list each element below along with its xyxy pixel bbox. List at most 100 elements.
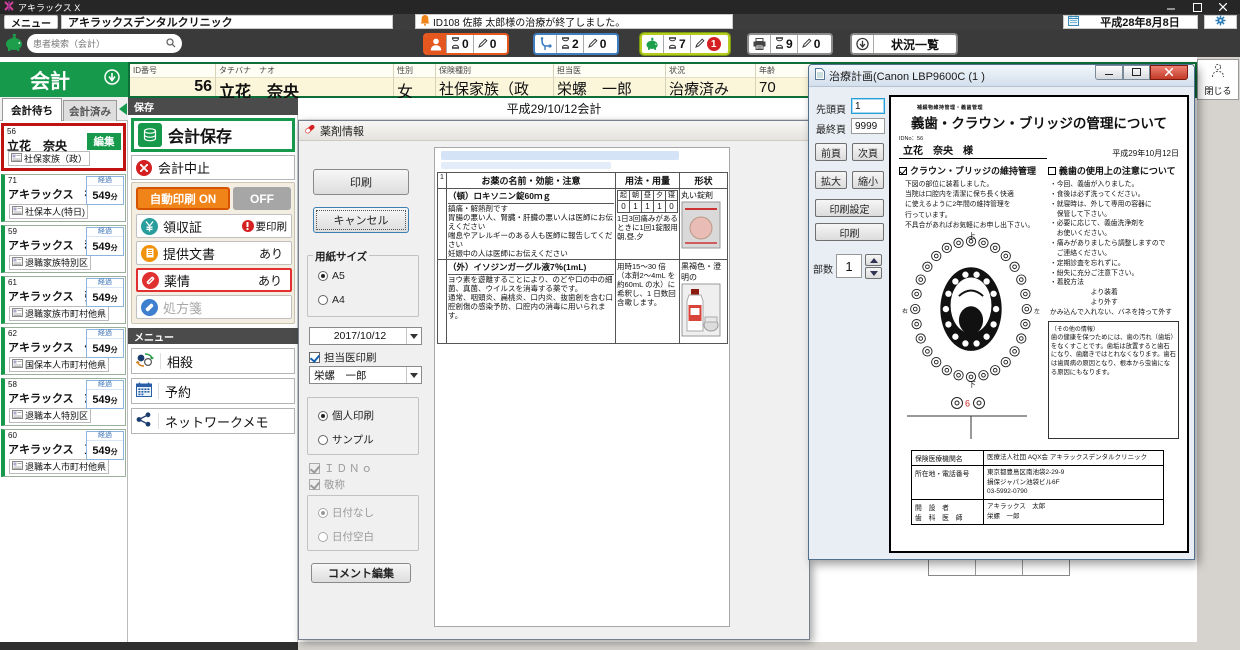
edit-badge[interactable]: 編集 — [87, 133, 121, 150]
edit-comment-button[interactable]: コメント編集 — [311, 563, 411, 583]
timing-header: 朝 — [630, 191, 642, 201]
first-page-input[interactable]: 1 — [851, 98, 885, 114]
document-category: 補綴物維持管理・義歯管理 — [917, 104, 1179, 111]
timing-grid: 起朝昼夕寝 01110 — [617, 190, 678, 213]
patient-card[interactable]: 62 アキラックス 仁史 経過549分 国保本人市町村他県 — [1, 327, 126, 375]
checked-box-icon — [899, 167, 907, 175]
cancel-accounting-label: 会計中止 — [158, 158, 210, 177]
notification-text: ID108 佐藤 太郎様の治療が終了しました。 — [433, 14, 625, 29]
radio-blank-date[interactable]: 日付空白 — [318, 529, 374, 544]
auto-print-off-button[interactable]: OFF — [233, 187, 291, 210]
radio-no-date[interactable]: 日付なし — [318, 505, 374, 520]
waiting-count: 0 — [462, 37, 469, 51]
hourglass-icon — [561, 37, 570, 52]
print-mode-group: 個人印刷 サンプル — [307, 397, 419, 455]
maximize-button[interactable] — [1123, 65, 1150, 80]
last-page-input[interactable]: 9999 — [851, 118, 885, 134]
notification-banner[interactable]: ID108 佐藤 太郎様の治療が終了しました。 — [415, 14, 733, 29]
radio-personal-print[interactable]: 個人印刷 — [318, 408, 374, 423]
honorific-checkbox[interactable]: 敬称 — [309, 477, 345, 492]
pill-icon — [141, 299, 158, 316]
status-group-treatment[interactable]: 2 0 — [533, 33, 619, 55]
print-settings-button[interactable]: 印刷設定 — [815, 199, 884, 217]
elapsed-unit: 分 — [111, 296, 118, 303]
patient-card[interactable]: 59 アキラックス 和子 経過549分 退職家族特別区 — [1, 225, 126, 273]
copies-down-button[interactable] — [865, 267, 882, 279]
save-accounting-label: 会計保存 — [168, 123, 232, 147]
patient-card[interactable]: 71 アキラックス 祐子 経過549分 社保本人(特日) — [1, 174, 126, 222]
patient-card[interactable]: 61 アキラックス 弘子 経過549分 退職家族市町村他県 — [1, 276, 126, 324]
maximize-button[interactable] — [1184, 1, 1210, 13]
copies-up-button[interactable] — [865, 254, 882, 266]
print-button[interactable]: 印刷 — [815, 223, 884, 241]
save-accounting-button[interactable]: 会計保存 — [131, 118, 295, 152]
waiting-count: 9 — [786, 37, 793, 51]
status-group-printer[interactable]: 9 0 — [747, 33, 833, 55]
status-list-button[interactable]: 状況一覧 — [850, 33, 958, 55]
network-memo-label: ネットワークメモ — [165, 412, 268, 431]
elapsed-badge: 経過549分 — [86, 329, 124, 358]
divider — [158, 413, 159, 430]
save-stack-icon — [138, 123, 162, 147]
prescription-label: 処方箋 — [163, 298, 202, 317]
auto-print-on-button[interactable]: 自動印刷 ON — [136, 187, 230, 210]
zoom-out-button[interactable]: 縮小 — [852, 171, 884, 189]
status-group-accounting[interactable]: 7 1 — [640, 33, 730, 55]
date-select[interactable]: 2017/10/12 — [309, 327, 422, 345]
close-button[interactable] — [1210, 1, 1236, 13]
collapse-arrow-icon[interactable] — [119, 103, 127, 115]
doctor-print-checkbox[interactable]: 担当医印刷 — [309, 350, 377, 365]
minimize-button[interactable] — [1095, 65, 1123, 80]
network-memo-button[interactable]: ネットワークメモ — [131, 408, 295, 434]
tab-accounting-done[interactable]: 会計済み — [63, 100, 117, 121]
radio-a4[interactable]: A4 — [318, 294, 345, 306]
prescription-button[interactable]: 処方箋 — [136, 295, 292, 319]
drug-shape: 黒褐色・澄明の — [681, 261, 726, 283]
idno-checkbox[interactable]: ＩＤＮｏ — [309, 461, 374, 476]
paper-size-group: 用紙サイズ A5 A4 — [307, 255, 419, 317]
insurance-row: 退職本人特別区 — [9, 408, 91, 423]
alert-icon — [242, 220, 254, 232]
patient-field-insurance: 保険種別社保家族（政 — [436, 64, 554, 96]
prev-page-button[interactable]: 前頁 — [815, 143, 847, 161]
status-group-reception[interactable]: 0 0 — [423, 33, 509, 55]
receipt-button[interactable]: 領収証 要印刷 — [136, 214, 292, 238]
copies-input[interactable]: 1 — [836, 254, 862, 278]
cancel-button[interactable]: キャンセル — [313, 207, 409, 233]
bottom-strip — [0, 642, 298, 650]
provided-document-button[interactable]: 提供文書 あり — [136, 241, 292, 265]
field-value: 56 — [130, 78, 215, 96]
menu-button[interactable]: メニュー — [4, 15, 58, 29]
cancel-accounting-button[interactable]: 会計中止 — [131, 155, 295, 180]
patient-search-input[interactable]: 患者検索（会計） — [27, 34, 182, 53]
reservation-button[interactable]: 予約 — [131, 378, 295, 404]
system-date[interactable]: 平成28年8月8日 — [1063, 15, 1198, 29]
patient-card[interactable]: 58 アキラックス 志摩子 経過549分 退職本人特別区 — [1, 378, 126, 426]
drug-row[interactable]: （外）イソジンガーグル液7％(1mL) ヨウ素を遊離することにより、のどや口の中… — [438, 260, 728, 344]
drug-description: ヨウ素を遊離することにより、のどや口の中の細菌、真菌、ウイルスを消毒する薬です。… — [448, 275, 614, 320]
dialog-title-bar[interactable]: 薬剤情報 — [299, 121, 809, 141]
settings-button[interactable] — [1204, 15, 1237, 29]
chart-label-left: 左 — [1034, 307, 1040, 315]
drug-info-button[interactable]: 薬情 あり — [136, 268, 292, 292]
radio-sample[interactable]: サンプル — [318, 432, 374, 447]
chart-label-top: 上 — [968, 231, 976, 240]
patient-card[interactable]: 60 アキラックス 直美 経過549分 退職本人市町村他県 — [1, 429, 126, 477]
close-button[interactable] — [1150, 65, 1188, 80]
print-button[interactable]: 印刷 — [313, 169, 409, 195]
minimize-button[interactable] — [1158, 1, 1184, 13]
drug-row[interactable]: （頓）ロキソニン錠60ｍｇ 鎮痛・解熱剤です 胃腸の悪い人、腎臓・肝臓の悪い人は… — [438, 189, 728, 260]
next-page-button[interactable]: 次頁 — [852, 143, 884, 161]
radio-a5[interactable]: A5 — [318, 270, 345, 282]
denture-section: 義歯の使用上の注意について ・今回、義歯が入りました。 ・食後は必ず洗ってくださ… — [1048, 164, 1179, 445]
zoom-in-button[interactable]: 拡大 — [815, 171, 847, 189]
doctor-select[interactable]: 栄螺 一郎 — [309, 366, 422, 384]
preview-title-bar[interactable]: 治療計画(Canon LBP9600C (1 ) — [809, 65, 1194, 87]
tab-accounting-waiting[interactable]: 会計待ち — [2, 98, 62, 121]
offset-button[interactable]: 相殺 — [131, 348, 295, 374]
patient-card[interactable]: 56 立花 奈央 編集 社保家族（政） — [1, 123, 126, 171]
collapse-circle-icon[interactable] — [104, 69, 120, 90]
close-screen-button[interactable]: 閉じる — [1197, 59, 1239, 100]
sidebar-header: 会計 — [0, 62, 128, 97]
receipt-status-text: 要印刷 — [256, 219, 288, 234]
